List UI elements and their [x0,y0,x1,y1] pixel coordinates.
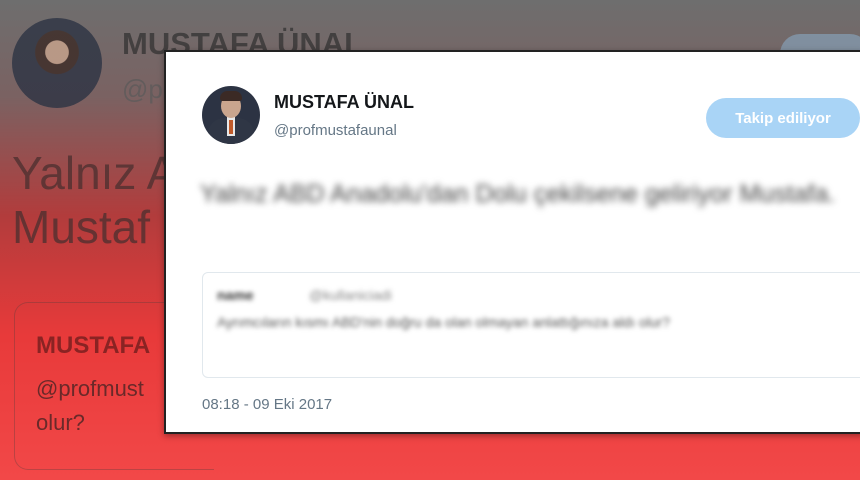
quoted-tweet-handle: @kullaniciadi [309,287,392,303]
quoted-tweet-author: name [217,287,254,303]
tweet-text-blurred: Yalnız ABD Anadolu'dan Dolu çekilsene ge… [200,180,836,208]
tweet-timestamp[interactable]: 08:18 - 09 Eki 2017 [202,396,332,413]
background-quote-name: MUSTAFA [36,332,151,359]
tweet-card: MUSTAFA ÜNAL @profmustafaunal Takip edil… [164,50,860,434]
author-handle[interactable]: @profmustafaunal [274,122,397,139]
background-tweet-line-1: Yalnız A [12,147,178,199]
avatar-tie [229,120,233,134]
following-button[interactable]: Takip ediliyor [706,98,860,138]
quoted-tweet[interactable]: name @kullaniciadi Ayrımcıların kısmı AB… [202,272,860,378]
avatar-hair [220,91,242,101]
background-tweet-text: Yalnız A Mustaf [12,146,177,254]
quoted-tweet-text: Ayrımcıların kısmı ABD'nin doğru da olan… [217,314,670,330]
background-avatar [12,18,102,108]
background-tweet-line-2: Mustaf [12,201,151,253]
avatar[interactable] [202,86,260,144]
background-author-handle: @p [122,74,163,104]
author-name[interactable]: MUSTAFA ÜNAL [274,92,414,113]
